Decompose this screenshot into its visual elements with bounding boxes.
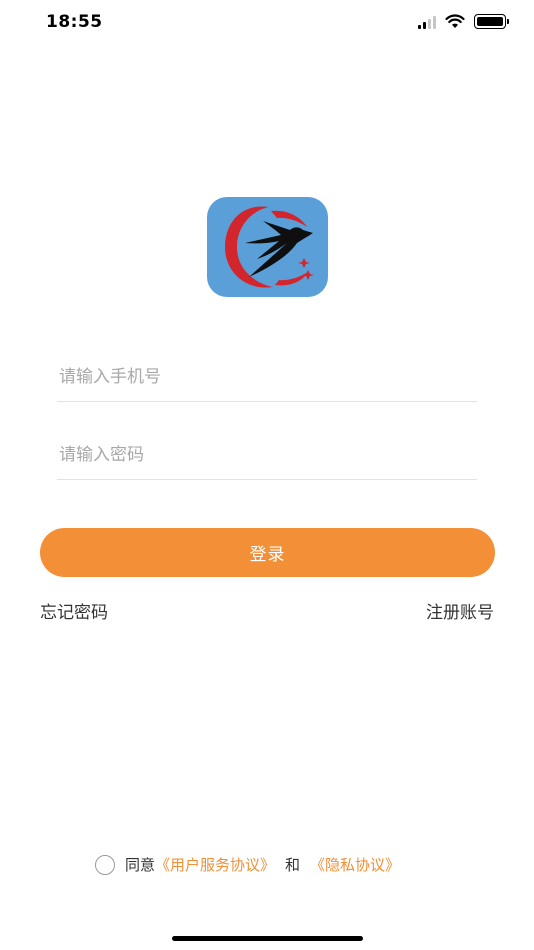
forgot-password-link[interactable]: 忘记密码 [40,598,108,623]
wifi-icon [445,14,465,28]
agree-label: 同意 [125,856,156,874]
agreement-and-label: 和 [285,856,301,874]
cellular-signal-icon [418,15,436,29]
register-link[interactable]: 注册账号 [426,598,494,623]
status-bar: 18:55 [0,0,534,48]
login-button[interactable]: 登录 [40,528,495,577]
status-icons [418,14,509,29]
agree-checkbox[interactable] [95,854,115,875]
app-logo [207,197,328,297]
agreement-row: 同意 《用户服务协议》 和 《隐私协议》 [95,854,400,875]
phone-field [57,352,477,402]
password-field [57,430,477,480]
status-time: 18:55 [46,12,103,32]
user-agreement-link[interactable]: 《用户服务协议》 [155,854,275,875]
phone-input[interactable] [57,352,477,401]
home-indicator[interactable] [172,936,363,941]
password-input[interactable] [57,430,477,479]
swallow-logo-icon [225,206,314,288]
battery-icon [474,14,509,29]
privacy-policy-link[interactable]: 《隐私协议》 [310,854,400,875]
